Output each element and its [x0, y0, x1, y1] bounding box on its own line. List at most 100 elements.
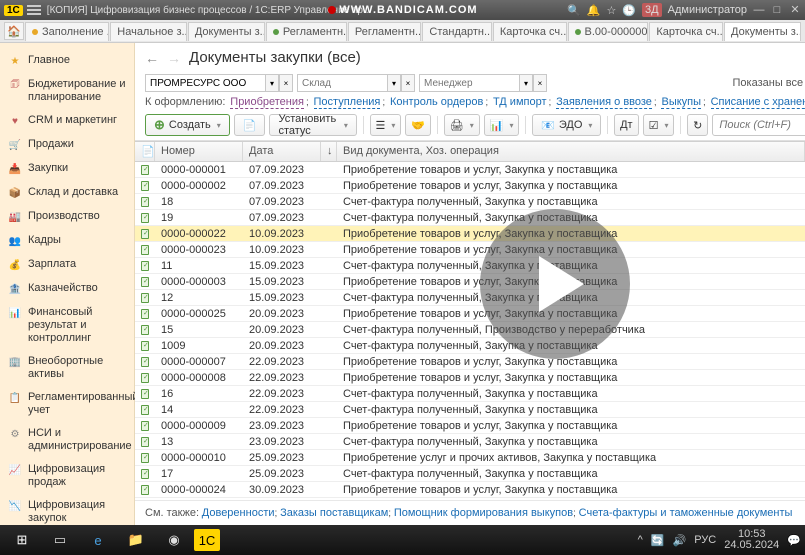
table-row[interactable]: 0000-00000923.09.2023Приобретение товаро… [135, 418, 805, 434]
table-row[interactable]: 0000-00000722.09.2023Приобретение товаро… [135, 354, 805, 370]
tab[interactable]: Документы з...× [724, 22, 801, 41]
create-button[interactable]: ⊕Создать▾ [145, 114, 230, 136]
forward-icon[interactable]: → [167, 50, 181, 66]
tool-1[interactable]: ☰▾ [370, 114, 402, 136]
task-view-icon[interactable]: ▭ [42, 527, 78, 553]
table-row[interactable]: 1422.09.2023Счет-фактура полученный, Зак… [135, 402, 805, 418]
dt-button[interactable]: Дт [614, 114, 639, 136]
tab[interactable]: В.00-0000001× [568, 22, 649, 41]
tab[interactable]: Начальное з...× [110, 22, 187, 41]
sidebar-item[interactable]: 📊Финансовый результат и контроллинг [0, 301, 134, 350]
table-row[interactable]: 0000-00002210.09.2023Приобретение товаро… [135, 226, 805, 242]
back-icon[interactable]: ← [145, 50, 159, 66]
sidebar-item[interactable]: 🏦Казначейство [0, 277, 134, 301]
explorer-icon[interactable]: 📁 [118, 527, 154, 553]
sidebar-item[interactable]: ★Главное [0, 49, 134, 73]
table-row[interactable]: 0000-00001025.09.2023Приобретение услуг … [135, 450, 805, 466]
sidebar-item[interactable]: 📉Цифровизация закупок [0, 494, 134, 530]
home-tab[interactable]: 🏠 [4, 22, 24, 40]
table-row[interactable]: 100930.09.2023Счет-фактура полученный, З… [135, 498, 805, 500]
table-row[interactable]: 0000-00000207.09.2023Приобретение товаро… [135, 178, 805, 194]
report-button[interactable]: 📊▾ [484, 114, 520, 136]
table-row[interactable]: 1807.09.2023Счет-фактура полученный, Зак… [135, 194, 805, 210]
link-import-stmt[interactable]: Заявления о ввозе [556, 96, 652, 109]
link-storage[interactable]: Списание с хранения [711, 96, 805, 109]
footer-link-4[interactable]: Счета-фактуры и таможенные документы [579, 507, 793, 519]
minimize-icon[interactable]: — [753, 4, 765, 16]
sidebar-item[interactable]: 🏭Производство [0, 205, 134, 229]
sidebar-item[interactable]: 📈Цифровизация продаж [0, 458, 134, 494]
star-icon[interactable]: ☆ [606, 4, 616, 17]
manager-filter[interactable] [419, 74, 519, 92]
footer-link-3[interactable]: Помощник формирования выкупов [394, 507, 573, 519]
table-row[interactable]: 0000-00002310.09.2023Приобретение товаро… [135, 242, 805, 258]
table-row[interactable]: 1215.09.2023Счет-фактура полученный, Зак… [135, 290, 805, 306]
sidebar-item[interactable]: 🏢Внеоборотные активы [0, 350, 134, 386]
col-status[interactable]: ↓ [321, 142, 337, 161]
refresh-button[interactable]: ↻ [687, 114, 708, 136]
data-grid[interactable]: 📄 Номер Дата ↓ Вид документа, Хоз. опера… [135, 141, 805, 500]
tray-lang[interactable]: РУС [694, 534, 716, 546]
tab[interactable]: Карточка сч...× [493, 22, 567, 41]
org-clear-icon[interactable]: × [279, 74, 293, 92]
tray-speaker-icon[interactable]: 🔊 [673, 534, 687, 547]
table-row[interactable]: 0000-00002430.09.2023Приобретение товаро… [135, 482, 805, 498]
manager-dropdown-icon[interactable]: ▾ [519, 74, 533, 92]
tab[interactable]: Регламентн...× [348, 22, 422, 41]
sidebar-item[interactable]: ♥CRM и маркетинг [0, 109, 134, 133]
edo-button[interactable]: 📧 ЭДО▾ [532, 114, 601, 136]
table-row[interactable]: 1907.09.2023Счет-фактура полученный, Зак… [135, 210, 805, 226]
taskbar-clock[interactable]: 10:5324.05.2024 [724, 529, 779, 551]
link-acquisitions[interactable]: Приобретения [230, 96, 304, 109]
close-icon[interactable]: ✕ [789, 4, 801, 16]
search-input[interactable] [712, 114, 805, 136]
sidebar-item[interactable]: 💰Зарплата [0, 253, 134, 277]
search-icon[interactable]: 🔍 [567, 4, 581, 17]
col-icon[interactable]: 📄 [135, 142, 155, 161]
manager-clear-icon[interactable]: × [533, 74, 547, 92]
copy-button[interactable]: 📄 [234, 114, 266, 136]
warehouse-clear-icon[interactable]: × [401, 74, 415, 92]
footer-link-1[interactable]: Доверенности [202, 507, 275, 519]
table-row[interactable]: 1622.09.2023Счет-фактура полученный, Зак… [135, 386, 805, 402]
table-row[interactable]: 0000-00002520.09.2023Приобретение товаро… [135, 306, 805, 322]
sidebar-item[interactable]: 🗊Бюджетирование и планирование [0, 73, 134, 109]
table-row[interactable]: 0000-00000107.09.2023Приобретение товаро… [135, 162, 805, 178]
link-buyouts[interactable]: Выкупы [661, 96, 701, 109]
checklist-button[interactable]: ☑▾ [643, 114, 675, 136]
col-number[interactable]: Номер [155, 142, 243, 161]
col-date[interactable]: Дата [243, 142, 321, 161]
org-filter[interactable] [145, 74, 265, 92]
table-row[interactable]: 100920.09.2023Счет-фактура полученный, З… [135, 338, 805, 354]
link-orders[interactable]: Контроль ордеров [390, 96, 483, 108]
org-dropdown-icon[interactable]: ▾ [265, 74, 279, 92]
tab[interactable]: Карточка сч...× [649, 22, 723, 41]
table-row[interactable]: 0000-00000315.09.2023Приобретение товаро… [135, 274, 805, 290]
sidebar-item[interactable]: 📥Закупки [0, 157, 134, 181]
menu-icon[interactable] [27, 5, 41, 15]
table-row[interactable]: 0000-00000822.09.2023Приобретение товаро… [135, 370, 805, 386]
sidebar-item[interactable]: 🛒Продажи [0, 133, 134, 157]
tray-sync-icon[interactable]: 🔄 [651, 534, 665, 547]
chrome-icon[interactable]: ◉ [156, 527, 192, 553]
warehouse-filter[interactable] [297, 74, 387, 92]
tray-up-icon[interactable]: ^ [638, 534, 643, 546]
table-row[interactable]: 1725.09.2023Счет-фактура полученный, Зак… [135, 466, 805, 482]
tab[interactable]: Регламентн...× [266, 22, 347, 41]
maximize-icon[interactable]: □ [771, 4, 783, 16]
sidebar-item[interactable]: 📦Склад и доставка [0, 181, 134, 205]
tab[interactable]: Заполнение ...× [25, 22, 109, 41]
tab[interactable]: Стандартн...× [422, 22, 491, 41]
set-status-button[interactable]: Установить статус▾ [269, 114, 356, 136]
sidebar-item[interactable]: 👥Кадры [0, 229, 134, 253]
tray-notif-icon[interactable]: 💬 [787, 534, 801, 547]
table-row[interactable]: 1115.09.2023Счет-фактура полученный, Зак… [135, 258, 805, 274]
warehouse-dropdown-icon[interactable]: ▾ [387, 74, 401, 92]
link-receipts[interactable]: Поступления [314, 96, 381, 109]
history-icon[interactable]: 🕒 [622, 4, 636, 17]
table-row[interactable]: 1520.09.2023Счет-фактура полученный, Про… [135, 322, 805, 338]
ie-icon[interactable]: e [80, 527, 116, 553]
app-icon[interactable]: 1C [194, 529, 220, 551]
tool-2[interactable]: 🤝 [405, 114, 431, 136]
footer-link-2[interactable]: Заказы поставщикам [280, 507, 388, 519]
